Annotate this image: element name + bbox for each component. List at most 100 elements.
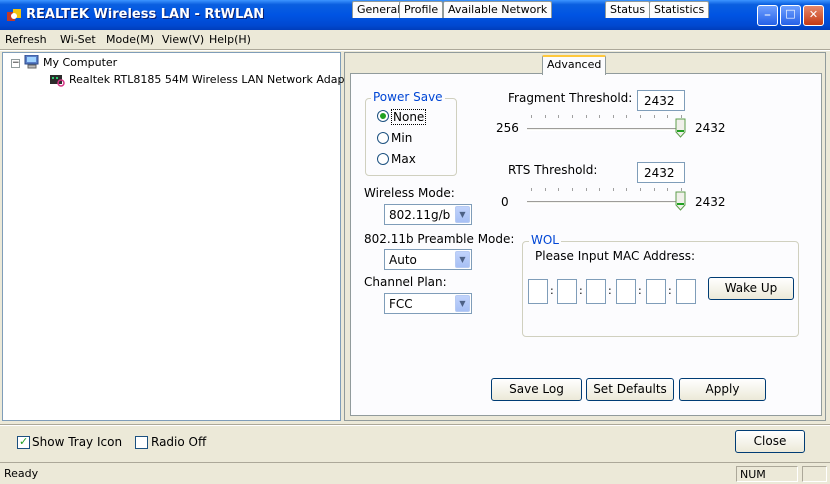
fragment-slider-track <box>527 128 685 131</box>
maximize-button[interactable]: □ <box>780 5 801 26</box>
slider-tick <box>599 115 601 118</box>
combo-arrow-icon[interactable]: ▼ <box>455 251 470 268</box>
close-window-button[interactable]: ✕ <box>803 5 824 26</box>
slider-tick <box>544 115 546 118</box>
menu-bar: Refresh Wi-Set Mode(M) View(V) Help(H) <box>0 30 830 49</box>
power-none-label[interactable]: None <box>391 109 427 125</box>
tree-adapter-label[interactable]: Realtek RTL8185 54M Wireless LAN Network… <box>69 73 360 86</box>
menu-mode[interactable]: Mode(M) <box>106 33 154 46</box>
tab-profile[interactable]: Profile <box>399 1 444 18</box>
rts-max-label: 2432 <box>695 195 726 209</box>
wireless-mode-select[interactable]: 802.11g/b ▼ <box>384 204 472 225</box>
rts-threshold-slider[interactable] <box>524 188 688 212</box>
wireless-mode-label: Wireless Mode: <box>364 186 455 200</box>
slider-tick <box>585 115 587 118</box>
mac-separator: : <box>550 284 554 297</box>
mac-octet-4[interactable] <box>616 279 636 304</box>
tab-advanced[interactable]: Advanced <box>542 55 607 75</box>
preamble-select[interactable]: Auto ▼ <box>384 249 472 270</box>
rts-threshold-input[interactable]: 2432 <box>637 162 685 183</box>
radio-off-label[interactable]: Radio Off <box>151 435 206 449</box>
menu-view[interactable]: View(V) <box>162 33 204 46</box>
slider-tick <box>558 188 560 191</box>
status-text: Ready <box>4 467 39 480</box>
slider-tick <box>653 115 655 118</box>
minimize-icon: _ <box>764 3 771 16</box>
slider-tick <box>681 115 682 118</box>
close-icon: ✕ <box>808 8 819 21</box>
num-lock-label: NUM <box>740 468 766 481</box>
combo-arrow-icon[interactable]: ▼ <box>455 206 470 223</box>
channel-plan-value: FCC <box>389 297 413 311</box>
tab-available-network[interactable]: Available Network <box>443 1 553 18</box>
show-tray-icon-label[interactable]: Show Tray Icon <box>32 435 122 449</box>
wol-title: WOL <box>529 233 561 247</box>
set-defaults-button[interactable]: Set Defaults <box>586 378 674 401</box>
tab-status[interactable]: Status <box>605 1 651 18</box>
slider-tick <box>558 115 560 118</box>
mac-separator: : <box>608 284 612 297</box>
channel-plan-select[interactable]: FCC ▼ <box>384 293 472 314</box>
power-max-label[interactable]: Max <box>391 152 416 166</box>
apply-button[interactable]: Apply <box>679 378 766 401</box>
tab-general[interactable]: General <box>352 1 406 18</box>
wireless-mode-value: 802.11g/b <box>389 208 451 222</box>
radio-off-checkbox[interactable] <box>135 436 148 449</box>
maximize-icon: □ <box>785 7 796 20</box>
slider-tick <box>531 188 532 191</box>
mac-octet-1[interactable] <box>528 279 548 304</box>
fragment-threshold-input[interactable]: 2432 <box>637 90 685 111</box>
slider-tick <box>585 188 587 191</box>
slider-tick <box>612 188 614 191</box>
tab-statistics[interactable]: Statistics <box>649 1 710 18</box>
radio-power-none[interactable] <box>377 110 389 122</box>
combo-arrow-icon[interactable]: ▼ <box>455 295 470 312</box>
mac-octet-6[interactable] <box>676 279 696 304</box>
fragment-max-label: 2432 <box>695 121 726 135</box>
fragment-threshold-slider[interactable] <box>524 115 688 139</box>
close-button[interactable]: Close <box>735 430 805 453</box>
slider-tick <box>667 188 669 191</box>
slider-tick <box>571 188 573 191</box>
slider-thumb-icon[interactable] <box>675 118 686 138</box>
wol-prompt: Please Input MAC Address: <box>535 249 696 263</box>
show-tray-icon-checkbox[interactable]: ✓ <box>17 435 30 449</box>
tree-root-label[interactable]: My Computer <box>43 56 117 69</box>
slider-tick <box>653 188 655 191</box>
slider-thumb-icon[interactable] <box>675 191 686 211</box>
menu-wiset[interactable]: Wi-Set <box>60 33 96 46</box>
rts-slider-track <box>527 201 685 204</box>
power-save-title: Power Save <box>371 90 445 104</box>
power-min-label[interactable]: Min <box>391 131 412 145</box>
mac-octet-5[interactable] <box>646 279 666 304</box>
checkmark-icon: ✓ <box>19 435 29 448</box>
mac-octet-2[interactable] <box>557 279 577 304</box>
minimize-button[interactable]: _ <box>757 3 778 26</box>
slider-tick <box>531 115 532 118</box>
slider-tick <box>667 115 669 118</box>
radio-power-min[interactable] <box>377 132 389 144</box>
slider-tick <box>544 188 546 191</box>
collapse-icon[interactable]: − <box>11 59 20 68</box>
save-log-button[interactable]: Save Log <box>491 378 582 401</box>
device-tree[interactable]: − My Computer Realtek RTL8185 54M Wirele… <box>2 52 360 421</box>
slider-tick <box>640 188 642 191</box>
mac-octet-3[interactable] <box>586 279 606 304</box>
status-bar: Ready NUM <box>0 462 830 484</box>
slider-tick <box>612 115 614 118</box>
menu-help[interactable]: Help(H) <box>209 33 251 46</box>
rts-threshold-label: RTS Threshold: <box>508 163 598 177</box>
menu-separator <box>0 49 830 51</box>
wake-up-button[interactable]: Wake Up <box>708 277 794 300</box>
computer-icon <box>24 55 39 69</box>
preamble-label: 802.11b Preamble Mode: <box>364 232 515 246</box>
window-title: REALTEK Wireless LAN - RtWLAN <box>26 7 265 22</box>
fragment-threshold-label: Fragment Threshold: <box>508 91 633 105</box>
slider-tick <box>599 188 601 191</box>
radio-power-max[interactable] <box>377 153 389 165</box>
app-icon <box>7 9 21 21</box>
fragment-min-label: 256 <box>496 121 519 135</box>
num-lock-indicator: NUM <box>736 466 798 482</box>
size-grip[interactable] <box>802 466 827 482</box>
menu-refresh[interactable]: Refresh <box>5 33 47 46</box>
